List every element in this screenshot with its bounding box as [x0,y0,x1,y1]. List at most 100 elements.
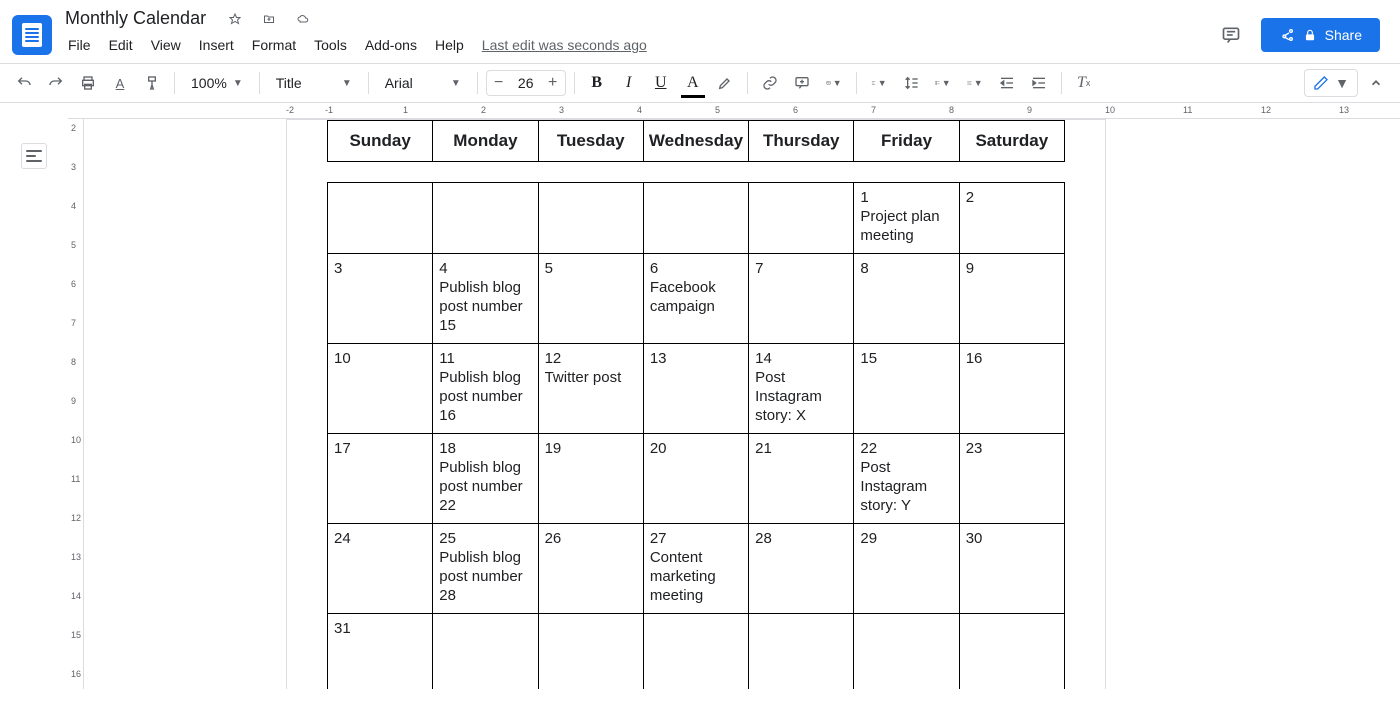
calendar-cell[interactable]: 3 [328,254,433,343]
calendar-cell[interactable]: 18Publish blog post number 22 [433,434,538,523]
document-outline-button[interactable] [21,143,47,169]
calendar-cell[interactable]: 25Publish blog post number 28 [433,524,538,613]
calendar-day-header: Friday [854,120,959,162]
menu-insert[interactable]: Insert [191,33,242,57]
paragraph-style-select[interactable]: Title▼ [268,69,360,97]
menu-format[interactable]: Format [244,33,304,57]
calendar-day-number: 7 [755,260,847,279]
clear-formatting-button[interactable]: Tx [1070,69,1098,97]
calendar-cell[interactable]: 24 [328,524,433,613]
calendar-cell[interactable]: 20 [644,434,749,523]
doc-title[interactable]: Monthly Calendar [60,6,211,31]
calendar-cell[interactable]: 14Post Instagram story: X [749,344,854,433]
calendar-cell[interactable] [539,614,644,689]
move-icon[interactable] [259,9,279,29]
calendar-cell[interactable]: 9 [960,254,1064,343]
underline-button[interactable]: U [647,69,675,97]
menu-file[interactable]: File [60,33,99,57]
horizontal-ruler[interactable]: -2-1123456789101112131415161718 [68,103,1400,119]
insert-link-button[interactable] [756,69,784,97]
share-button[interactable]: Share [1261,18,1380,52]
calendar-cell[interactable]: 28 [749,524,854,613]
calendar-day-number: 26 [545,530,637,549]
calendar-cell[interactable] [433,183,538,253]
calendar-cell[interactable]: 21 [749,434,854,523]
menu-add-ons[interactable]: Add-ons [357,33,425,57]
calendar-cell[interactable]: 13 [644,344,749,433]
last-edit-link[interactable]: Last edit was seconds ago [474,33,655,57]
font-size-decrease[interactable]: − [487,71,511,95]
font-size-increase[interactable]: + [541,71,565,95]
calendar-cell[interactable]: 8 [854,254,959,343]
paint-format-button[interactable] [138,69,166,97]
calendar-day-number: 16 [966,350,1058,369]
calendar-cell[interactable]: 5 [539,254,644,343]
text-color-button[interactable]: A [679,69,707,97]
editing-mode-button[interactable]: ▼ [1304,69,1358,97]
calendar-cell[interactable] [433,614,538,689]
zoom-select[interactable]: 100%▼ [183,69,251,97]
docs-logo[interactable] [12,15,52,55]
star-icon[interactable] [225,9,245,29]
highlight-button[interactable] [711,69,739,97]
vertical-ruler[interactable]: 234567891011121314151617 [68,119,84,689]
calendar-cell[interactable] [644,183,749,253]
calendar-cell[interactable]: 2 [960,183,1064,253]
calendar-cell[interactable]: 7 [749,254,854,343]
calendar-cell[interactable]: 15 [854,344,959,433]
calendar-cell[interactable]: 16 [960,344,1064,433]
menu-view[interactable]: View [143,33,189,57]
font-family-select[interactable]: Arial▼ [377,69,469,97]
calendar-event: Publish blog post number 22 [439,459,531,515]
print-button[interactable] [74,69,102,97]
calendar-cell[interactable] [960,614,1064,689]
spellcheck-button[interactable]: A [106,69,134,97]
indent-decrease-button[interactable] [993,69,1021,97]
insert-comment-button[interactable] [788,69,816,97]
calendar-cell[interactable]: 10 [328,344,433,433]
calendar-day-number: 1 [860,189,952,208]
cloud-status-icon[interactable] [293,9,313,29]
checklist-button[interactable]: ▼ [929,69,957,97]
calendar-cell[interactable]: 6Facebook campaign [644,254,749,343]
calendar-cell[interactable]: 4Publish blog post number 15 [433,254,538,343]
calendar-cell[interactable]: 17 [328,434,433,523]
calendar-cell[interactable]: 11Publish blog post number 16 [433,344,538,433]
calendar-cell[interactable]: 31 [328,614,433,689]
menu-tools[interactable]: Tools [306,33,355,57]
font-size-input[interactable] [511,74,541,92]
calendar-cell[interactable] [749,183,854,253]
undo-button[interactable] [10,69,38,97]
calendar-cell[interactable]: 19 [539,434,644,523]
calendar-day-number: 31 [334,620,426,639]
document-page[interactable]: SundayMondayTuesdayWednesdayThursdayFrid… [286,119,1106,689]
calendar-cell[interactable] [539,183,644,253]
bulleted-list-button[interactable]: ▼ [961,69,989,97]
indent-increase-button[interactable] [1025,69,1053,97]
collapse-toolbar-button[interactable] [1362,69,1390,97]
calendar-cell[interactable]: 30 [960,524,1064,613]
calendar-day-header: Saturday [960,120,1065,162]
align-button[interactable]: ▼ [865,69,893,97]
calendar-cell[interactable] [854,614,959,689]
calendar-cell[interactable]: 29 [854,524,959,613]
calendar-cell[interactable]: 27Content marketing meeting [644,524,749,613]
calendar-cell[interactable]: 26 [539,524,644,613]
menu-help[interactable]: Help [427,33,472,57]
calendar-cell[interactable]: 12Twitter post [539,344,644,433]
insert-image-button[interactable]: ▼ [820,69,848,97]
calendar-cell[interactable]: 23 [960,434,1064,523]
line-spacing-button[interactable] [897,69,925,97]
calendar-cell[interactable]: 1Project plan meeting [854,183,959,253]
menu-edit[interactable]: Edit [101,33,141,57]
calendar-cell[interactable] [644,614,749,689]
workspace: -2-1123456789101112131415161718 23456789… [0,103,1400,689]
redo-button[interactable] [42,69,70,97]
italic-button[interactable]: I [615,69,643,97]
bold-button[interactable]: B [583,69,611,97]
comments-icon[interactable] [1217,21,1245,49]
calendar-cell[interactable] [328,183,433,253]
calendar-header: SundayMondayTuesdayWednesdayThursdayFrid… [327,120,1065,162]
calendar-cell[interactable]: 22Post Instagram story: Y [854,434,959,523]
calendar-cell[interactable] [749,614,854,689]
